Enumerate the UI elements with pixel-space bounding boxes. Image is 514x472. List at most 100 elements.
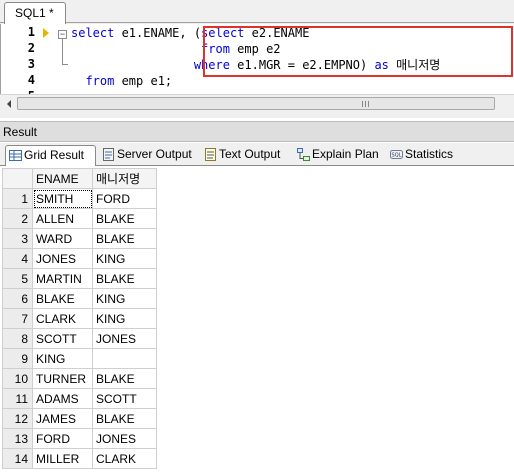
ename-cell[interactable]: JAMES [32, 408, 93, 429]
tab-grid-result[interactable]: Grid Result [5, 145, 96, 167]
sql-token: e1.ENAME, ( [114, 26, 202, 40]
row-number-cell[interactable]: 12 [2, 408, 33, 429]
line-number-gutter: 1 2 3 4 5 [1, 24, 53, 94]
column-header-ename[interactable]: ENAME [32, 168, 93, 189]
grid-corner-cell[interactable] [2, 168, 33, 189]
subquery-highlight-box [203, 26, 513, 77]
manager-name-cell[interactable] [92, 348, 157, 369]
ename-cell[interactable]: ADAMS [32, 388, 93, 409]
table-row[interactable]: 11 ADAMS SCOTT [2, 388, 157, 409]
scroll-left-arrow-icon[interactable] [7, 100, 11, 108]
manager-name-cell[interactable]: BLAKE [92, 228, 157, 249]
manager-name-cell[interactable]: BLAKE [92, 268, 157, 289]
tab-text-output[interactable]: Text Output [201, 145, 291, 165]
scrollbar-thumb[interactable] [17, 97, 495, 110]
table-row[interactable]: 7 CLARK KING [2, 308, 157, 329]
table-row[interactable]: 3 WARD BLAKE [2, 228, 157, 249]
scrollbar-grip-icon [362, 101, 369, 107]
tab-explain-plan[interactable]: Explain Plan [294, 145, 384, 165]
grid-result-panel: ENAME 매니저명 1 SMITH FORD 2 ALLEN BLAKE 3 WARD BLA… [0, 166, 514, 472]
ename-cell[interactable]: BLAKE [32, 288, 93, 309]
result-tab-strip: Grid Result Server Output Text Output Ex… [0, 143, 514, 167]
grid-icon [9, 150, 22, 161]
row-number-cell[interactable]: 3 [2, 228, 33, 249]
editor-horizontal-scrollbar[interactable] [0, 94, 514, 111]
table-row[interactable]: 6 BLAKE KING [2, 288, 157, 309]
row-number-cell[interactable]: 14 [2, 448, 33, 469]
manager-name-cell[interactable]: BLAKE [92, 408, 157, 429]
table-row[interactable]: 4 JONES KING [2, 248, 157, 269]
current-statement-arrow-icon [43, 28, 49, 38]
line-number: 4 [27, 73, 35, 87]
tab-label: Explain Plan [312, 147, 379, 161]
ename-cell[interactable]: CLARK [32, 308, 93, 329]
manager-name-cell[interactable]: JONES [92, 328, 157, 349]
line-number: 3 [27, 57, 35, 71]
table-row[interactable]: 9 KING [2, 348, 157, 369]
row-number-cell[interactable]: 10 [2, 368, 33, 389]
ename-cell[interactable]: SMITH [32, 188, 93, 209]
tab-server-output[interactable]: Server Output [99, 145, 199, 165]
manager-name-cell[interactable]: BLAKE [92, 208, 157, 229]
ename-cell[interactable]: TURNER [32, 368, 93, 389]
manager-name-cell[interactable]: CLARK [92, 448, 157, 469]
manager-name-cell[interactable]: KING [92, 248, 157, 269]
tab-label: Statistics [405, 147, 454, 161]
row-number-cell[interactable]: 4 [2, 248, 33, 269]
ename-cell[interactable]: WARD [32, 228, 93, 249]
row-number-cell[interactable]: 13 [2, 428, 33, 449]
table-row[interactable]: 5 MARTIN BLAKE [2, 268, 157, 289]
row-number-cell[interactable]: 6 [2, 288, 33, 309]
explain-plan-icon [297, 148, 310, 161]
table-row[interactable]: 1 SMITH FORD [2, 188, 157, 209]
tab-label: Server Output [117, 147, 192, 161]
ename-cell[interactable]: KING [32, 348, 93, 369]
line-number: 1 [27, 25, 35, 39]
sql-keyword: select [71, 26, 115, 40]
editor-tab-strip: SQL1 * [0, 0, 514, 24]
row-number-cell[interactable]: 11 [2, 388, 33, 409]
tab-sql1[interactable]: SQL1 * [4, 2, 66, 24]
table-row[interactable]: 12 JAMES BLAKE [2, 408, 157, 429]
result-panel-title: Result [0, 121, 514, 142]
table-row[interactable]: 8 SCOTT JONES [2, 328, 157, 349]
row-number-cell[interactable]: 8 [2, 328, 33, 349]
sql-code-line: from emp e1; [71, 73, 172, 89]
manager-name-cell[interactable]: BLAKE [92, 368, 157, 389]
manager-name-cell[interactable]: KING [92, 308, 157, 329]
code-editor[interactable]: 1 2 3 4 5 − select e1.ENAME, (select e2.… [0, 24, 514, 94]
column-header-manager-name[interactable]: 매니저명 [92, 168, 157, 189]
manager-name-cell[interactable]: KING [92, 288, 157, 309]
table-row[interactable]: 2 ALLEN BLAKE [2, 208, 157, 229]
row-number-cell[interactable]: 7 [2, 308, 33, 329]
row-number-cell[interactable]: 1 [2, 188, 33, 209]
tab-statistics[interactable]: SQL Statistics [387, 145, 459, 165]
sql-token: emp e1; [114, 74, 173, 88]
table-row[interactable]: 13 FORD JONES [2, 428, 157, 449]
fold-guide [62, 39, 63, 65]
svg-text:SQL: SQL [392, 153, 402, 159]
ename-cell[interactable]: MARTIN [32, 268, 93, 289]
statistics-icon: SQL [390, 150, 403, 159]
row-number-cell[interactable]: 9 [2, 348, 33, 369]
row-number-cell[interactable]: 5 [2, 268, 33, 289]
manager-name-cell[interactable]: FORD [92, 188, 157, 209]
result-grid: ENAME 매니저명 1 SMITH FORD 2 ALLEN BLAKE 3 WARD BLA… [2, 168, 157, 469]
manager-name-cell[interactable]: SCOTT [92, 388, 157, 409]
ename-cell[interactable]: FORD [32, 428, 93, 449]
ename-cell[interactable]: ALLEN [32, 208, 93, 229]
ename-cell[interactable]: SCOTT [32, 328, 93, 349]
tab-label: Text Output [219, 147, 281, 161]
ename-cell[interactable]: JONES [32, 248, 93, 269]
table-row[interactable]: 10 TURNER BLAKE [2, 368, 157, 389]
ename-cell[interactable]: MILLER [32, 448, 93, 469]
row-number-cell[interactable]: 2 [2, 208, 33, 229]
table-row[interactable]: 14 MILLER CLARK [2, 448, 157, 469]
fold-guide-end [62, 64, 68, 65]
manager-name-cell[interactable]: JONES [92, 428, 157, 449]
grid-header-row: ENAME 매니저명 [2, 168, 157, 189]
collapse-toggle-icon[interactable]: − [58, 30, 67, 39]
